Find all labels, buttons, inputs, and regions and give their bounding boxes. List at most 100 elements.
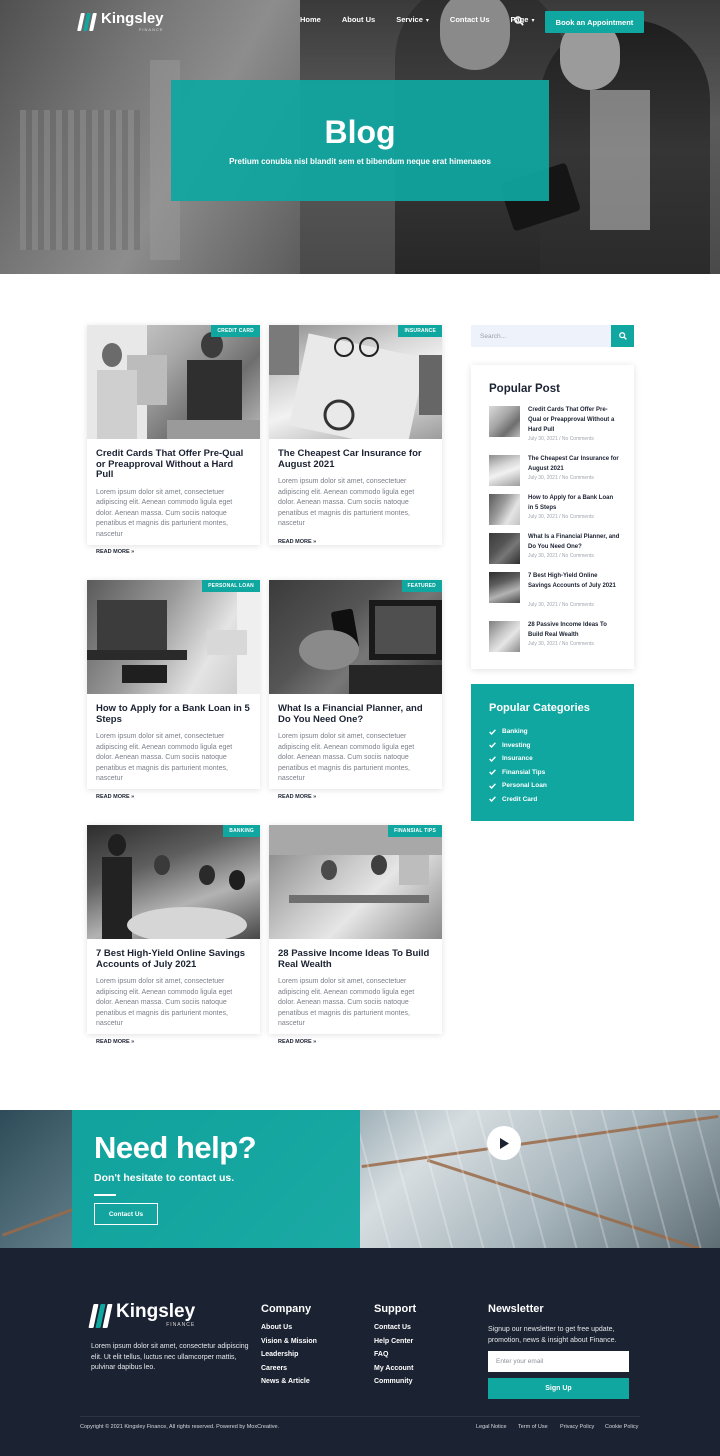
footer-link-leadership[interactable]: Leadership — [261, 1351, 317, 1365]
card-category-tag[interactable]: FEATURED — [401, 580, 442, 592]
read-more-link[interactable]: READ MORE » — [269, 1030, 442, 1045]
check-icon — [489, 783, 496, 789]
book-appointment-button[interactable]: Book an Appointment — [545, 11, 644, 33]
footer-link-about-us[interactable]: About Us — [261, 1324, 317, 1338]
footer-link-faq[interactable]: FAQ — [374, 1351, 416, 1365]
site-logo[interactable]: Kingsley FINANCE — [77, 10, 164, 32]
card-image[interactable]: FINANSIAL TIPS — [269, 825, 442, 939]
footer-link-careers[interactable]: Careers — [261, 1365, 317, 1379]
read-more-link[interactable]: READ MORE » — [87, 540, 260, 555]
category-item-banking[interactable]: Banking — [489, 725, 547, 739]
newsletter-signup-button[interactable]: Sign Up — [488, 1378, 629, 1399]
sidebar-search-button[interactable] — [611, 325, 634, 347]
card-excerpt: Lorem ipsum dolor sit amet, consectetuer… — [96, 488, 233, 538]
card-category-tag[interactable]: PERSONAL LOAN — [202, 580, 260, 592]
category-label: Banking — [502, 728, 528, 736]
footer-link-help-center[interactable]: Help Center — [374, 1338, 416, 1352]
logo-subtext: FINANCE — [166, 1322, 196, 1328]
search-icon[interactable] — [514, 16, 524, 26]
card-image[interactable]: INSURANCE — [269, 325, 442, 439]
footer-term-of-use-link[interactable]: Term of Use — [518, 1424, 548, 1430]
footer-link-my-account[interactable]: My Account — [374, 1365, 416, 1379]
popular-post-title[interactable]: What Is a Financial Planner, and Do You … — [528, 533, 620, 553]
read-more-link[interactable]: READ MORE » — [269, 785, 442, 800]
hero-title-box: Blog Pretium conubia nisl blandit sem et… — [171, 80, 549, 201]
hero-section: Kingsley FINANCE Home About Us Service ▾ … — [0, 0, 720, 274]
card-image[interactable]: CREDIT CARD — [87, 325, 260, 439]
popular-post-title[interactable]: 7 Best High-Yield Online Savings Account… — [528, 572, 620, 592]
footer-legal-notice-link[interactable]: Legal Notice — [476, 1424, 507, 1430]
read-more-link[interactable]: READ MORE » — [87, 1030, 260, 1045]
need-help-title: Need help? — [94, 1130, 257, 1165]
logo-mark-icon — [88, 1303, 113, 1328]
card-excerpt: Lorem ipsum dolor sit amet, consectetuer… — [96, 733, 233, 783]
card-excerpt: Lorem ipsum dolor sit amet, consectetuer… — [96, 978, 233, 1028]
card-category-tag[interactable]: CREDIT CARD — [211, 325, 260, 337]
blog-card[interactable]: FEATURED What Is a Financial Planner, an… — [269, 580, 442, 800]
footer-company-column: Company About Us Vision & Mission Leader… — [261, 1303, 317, 1392]
footer-logo[interactable]: Kingsley FINANCE — [88, 1302, 196, 1328]
card-title[interactable]: The Cheapest Car Insurance for August 20… — [269, 439, 442, 470]
blog-card[interactable]: INSURANCE The Cheapest Car Insurance for… — [269, 325, 442, 545]
need-help-box: Need help? Don't hesitate to contact us.… — [72, 1110, 360, 1248]
video-play-button[interactable] — [487, 1126, 521, 1160]
card-category-tag[interactable]: INSURANCE — [398, 325, 442, 337]
card-title[interactable]: What Is a Financial Planner, and Do You … — [269, 694, 442, 725]
read-more-link[interactable]: READ MORE » — [87, 785, 260, 800]
card-excerpt: Lorem ipsum dolor sit amet, consectetuer… — [278, 733, 415, 783]
footer-privacy-policy-link[interactable]: Privacy Policy — [560, 1424, 594, 1430]
top-navigation: Kingsley FINANCE Home About Us Service ▾ … — [0, 0, 720, 44]
card-title[interactable]: How to Apply for a Bank Loan in 5 Steps — [87, 694, 260, 725]
popular-post-thumbnail[interactable] — [489, 494, 520, 525]
card-image[interactable]: PERSONAL LOAN — [87, 580, 260, 694]
page-subtitle: Pretium conubia nisl blandit sem et bibe… — [229, 157, 491, 166]
popular-post-title[interactable]: Credit Cards That Offer Pre-Qual or Prea… — [528, 406, 620, 435]
footer-link-news-article[interactable]: News & Article — [261, 1378, 317, 1392]
card-image-illustration — [102, 834, 247, 939]
card-title[interactable]: Credit Cards That Offer Pre-Qual or Prea… — [87, 439, 260, 481]
popular-post-thumbnail[interactable] — [489, 572, 520, 603]
popular-post-thumbnail[interactable] — [489, 533, 520, 564]
footer-link-vision-mission[interactable]: Vision & Mission — [261, 1338, 317, 1352]
sidebar-search-input[interactable] — [471, 325, 611, 347]
blog-main: CREDIT CARD Credit Cards That Offer Pre-… — [0, 274, 720, 1110]
card-image[interactable]: FEATURED — [269, 580, 442, 694]
card-category-tag[interactable]: BANKING — [223, 825, 260, 837]
logo-text: Kingsley — [101, 10, 164, 27]
popular-post-heading: Popular Post — [489, 383, 560, 395]
popular-post-title[interactable]: How to Apply for a Bank Loan in 5 Steps — [528, 494, 620, 514]
menu-item-home[interactable]: Home — [300, 15, 321, 24]
menu-item-service[interactable]: Service ▾ — [396, 15, 429, 24]
blog-card[interactable]: CREDIT CARD Credit Cards That Offer Pre-… — [87, 325, 260, 555]
category-item-credit-card[interactable]: Credit Card — [489, 793, 547, 807]
blog-card[interactable]: PERSONAL LOAN How to Apply for a Bank Lo… — [87, 580, 260, 800]
footer-link-community[interactable]: Community — [374, 1378, 416, 1392]
card-title[interactable]: 7 Best High-Yield Online Savings Account… — [87, 939, 260, 970]
category-item-investing[interactable]: Investing — [489, 739, 547, 753]
category-label: Personal Loan — [502, 782, 547, 790]
category-label: Insurance — [502, 755, 533, 763]
card-image[interactable]: BANKING — [87, 825, 260, 939]
category-item-finansial-tips[interactable]: Finansial Tips — [489, 766, 547, 780]
card-title[interactable]: 28 Passive Income Ideas To Build Real We… — [269, 939, 442, 970]
chevron-down-icon: ▾ — [425, 18, 429, 24]
blog-card[interactable]: FINANSIAL TIPS 28 Passive Income Ideas T… — [269, 825, 442, 1045]
menu-item-contact-us[interactable]: Contact Us — [450, 15, 490, 24]
read-more-link[interactable]: READ MORE » — [269, 530, 442, 545]
menu-item-about-us[interactable]: About Us — [342, 15, 375, 24]
card-category-tag[interactable]: FINANSIAL TIPS — [388, 825, 442, 837]
popular-post-thumbnail[interactable] — [489, 621, 520, 652]
category-item-personal-loan[interactable]: Personal Loan — [489, 779, 547, 793]
popular-post-thumbnail[interactable] — [489, 406, 520, 437]
newsletter-email-field[interactable] — [488, 1351, 629, 1372]
footer-company-heading: Company — [261, 1303, 312, 1315]
blog-card[interactable]: BANKING 7 Best High-Yield Online Savings… — [87, 825, 260, 1045]
contact-us-button[interactable]: Contact Us — [94, 1203, 158, 1225]
footer-link-contact-us[interactable]: Contact Us — [374, 1324, 416, 1338]
popular-post-title[interactable]: 28 Passive Income Ideas To Build Real We… — [528, 621, 620, 641]
popular-post-thumbnail[interactable] — [489, 455, 520, 486]
category-item-insurance[interactable]: Insurance — [489, 752, 547, 766]
footer-cookie-policy-link[interactable]: Cookie Policy — [605, 1424, 638, 1430]
need-help-section: Need help? Don't hesitate to contact us.… — [0, 1110, 720, 1248]
popular-post-title[interactable]: The Cheapest Car Insurance for August 20… — [528, 455, 620, 475]
